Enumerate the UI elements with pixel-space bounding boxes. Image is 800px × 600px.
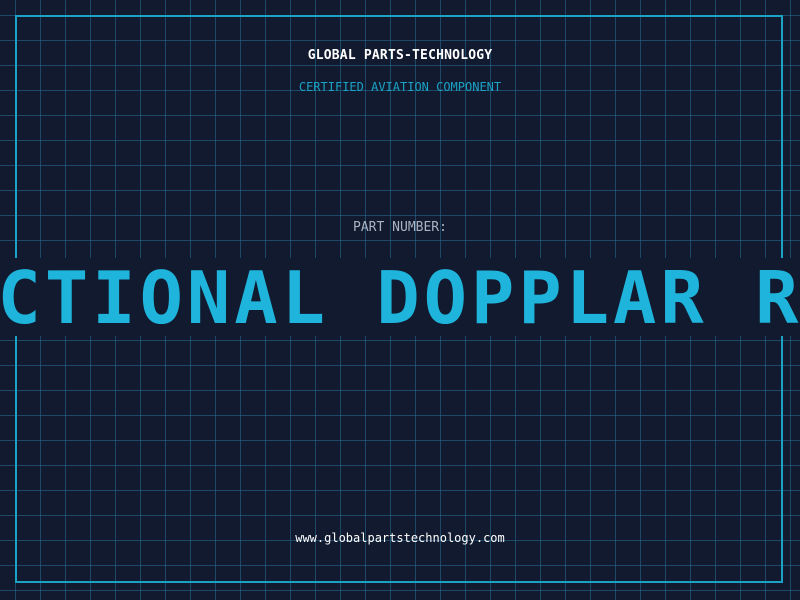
website-url: www.globalpartstechnology.com — [295, 531, 505, 545]
part-number-value: DIRECTIONAL DOPPLAR RADAR — [0, 258, 800, 336]
part-number-label: PART NUMBER: — [353, 220, 447, 235]
certificate-page: GLOBAL PARTS-TECHNOLOGY CERTIFIED AVIATI… — [0, 0, 800, 600]
company-name: GLOBAL PARTS-TECHNOLOGY — [307, 48, 493, 63]
certification-subtitle: CERTIFIED AVIATION COMPONENT — [298, 80, 502, 94]
part-number-band: DIRECTIONAL DOPPLAR RADAR — [0, 258, 800, 336]
